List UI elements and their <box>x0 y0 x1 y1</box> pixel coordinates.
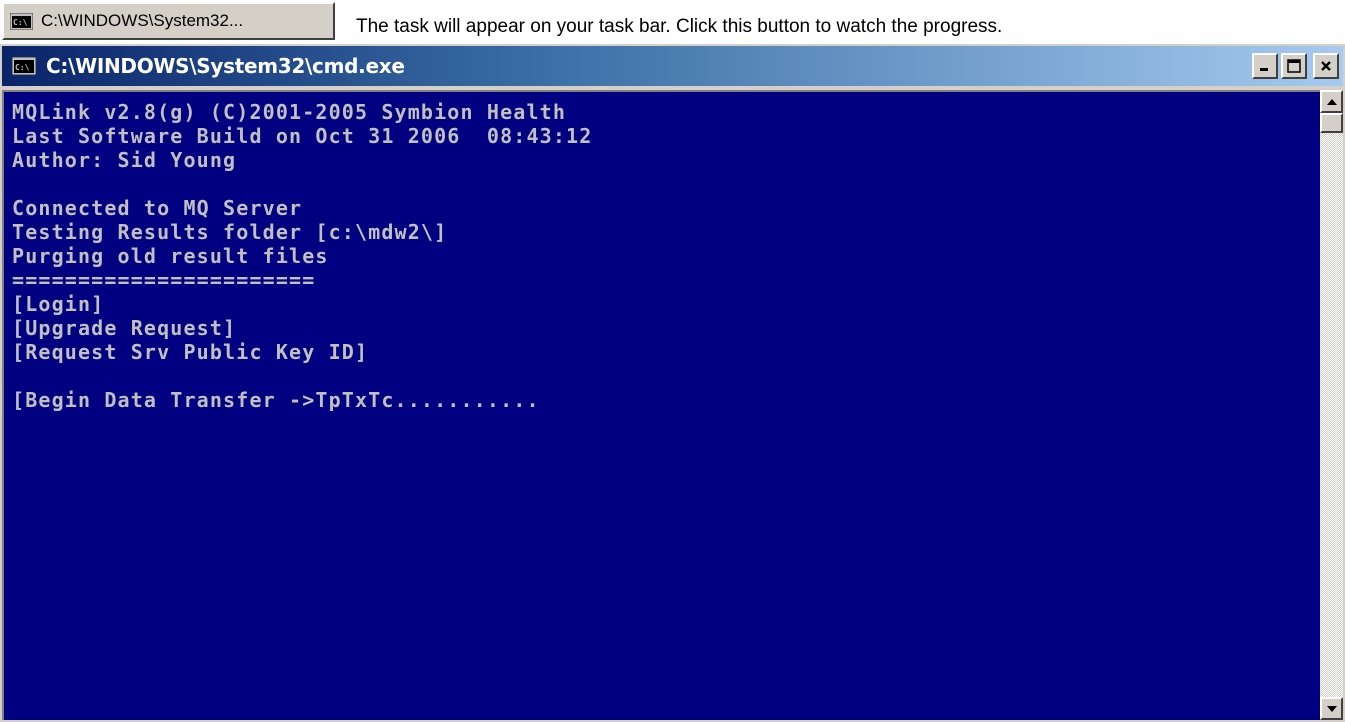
minimize-icon <box>1260 68 1268 71</box>
scroll-down-button[interactable] <box>1320 697 1343 720</box>
console-line: [Begin Data Transfer ->TpTxTc........... <box>12 388 540 412</box>
console-line: Purging old result files <box>12 244 329 268</box>
console-output[interactable]: MQLink v2.8(g) (C)2001-2005 Symbion Heal… <box>2 90 1320 720</box>
scrollbar-thumb[interactable] <box>1320 113 1343 133</box>
window-controls <box>1252 53 1339 79</box>
instruction-text: The task will appear on your task bar. C… <box>356 16 1003 37</box>
taskbar-button-cmd[interactable]: C:\ C:\WINDOWS\System32... <box>2 2 335 40</box>
console-line: ======================= <box>12 268 316 292</box>
console-line: Author: Sid Young <box>12 148 237 172</box>
console-line: [Request Srv Public Key ID] <box>12 340 369 364</box>
close-icon <box>1321 61 1331 71</box>
window-title: C:\WINDOWS\System32\cmd.exe <box>46 54 405 78</box>
close-button[interactable] <box>1313 53 1339 79</box>
vertical-scrollbar[interactable] <box>1320 90 1343 720</box>
console-line: Last Software Build on Oct 31 2006 08:43… <box>12 124 593 148</box>
console-line: MQLink v2.8(g) (C)2001-2005 Symbion Heal… <box>12 100 567 124</box>
arrow-up-icon <box>1326 98 1337 105</box>
svg-text:C:\: C:\ <box>13 18 28 27</box>
scroll-up-button[interactable] <box>1320 90 1343 113</box>
cmd-icon: C:\ <box>10 12 33 30</box>
cmd-window: C:\ C:\WINDOWS\System32\cmd.exe MQLink v… <box>0 44 1345 722</box>
maximize-icon <box>1287 59 1301 73</box>
cmd-icon: C:\ <box>12 57 36 75</box>
console-line: [Login] <box>12 292 105 316</box>
svg-text:C:\: C:\ <box>15 63 30 72</box>
console-line: Testing Results folder [c:\mdw2\] <box>12 220 448 244</box>
taskbar-button-label: C:\WINDOWS\System32... <box>41 11 244 30</box>
maximize-button[interactable] <box>1281 53 1307 79</box>
console-line: [Upgrade Request] <box>12 316 237 340</box>
minimize-button[interactable] <box>1252 53 1278 79</box>
arrow-down-icon <box>1326 705 1337 712</box>
title-bar[interactable]: C:\ C:\WINDOWS\System32\cmd.exe <box>2 46 1343 86</box>
console-line: Connected to MQ Server <box>12 196 303 220</box>
